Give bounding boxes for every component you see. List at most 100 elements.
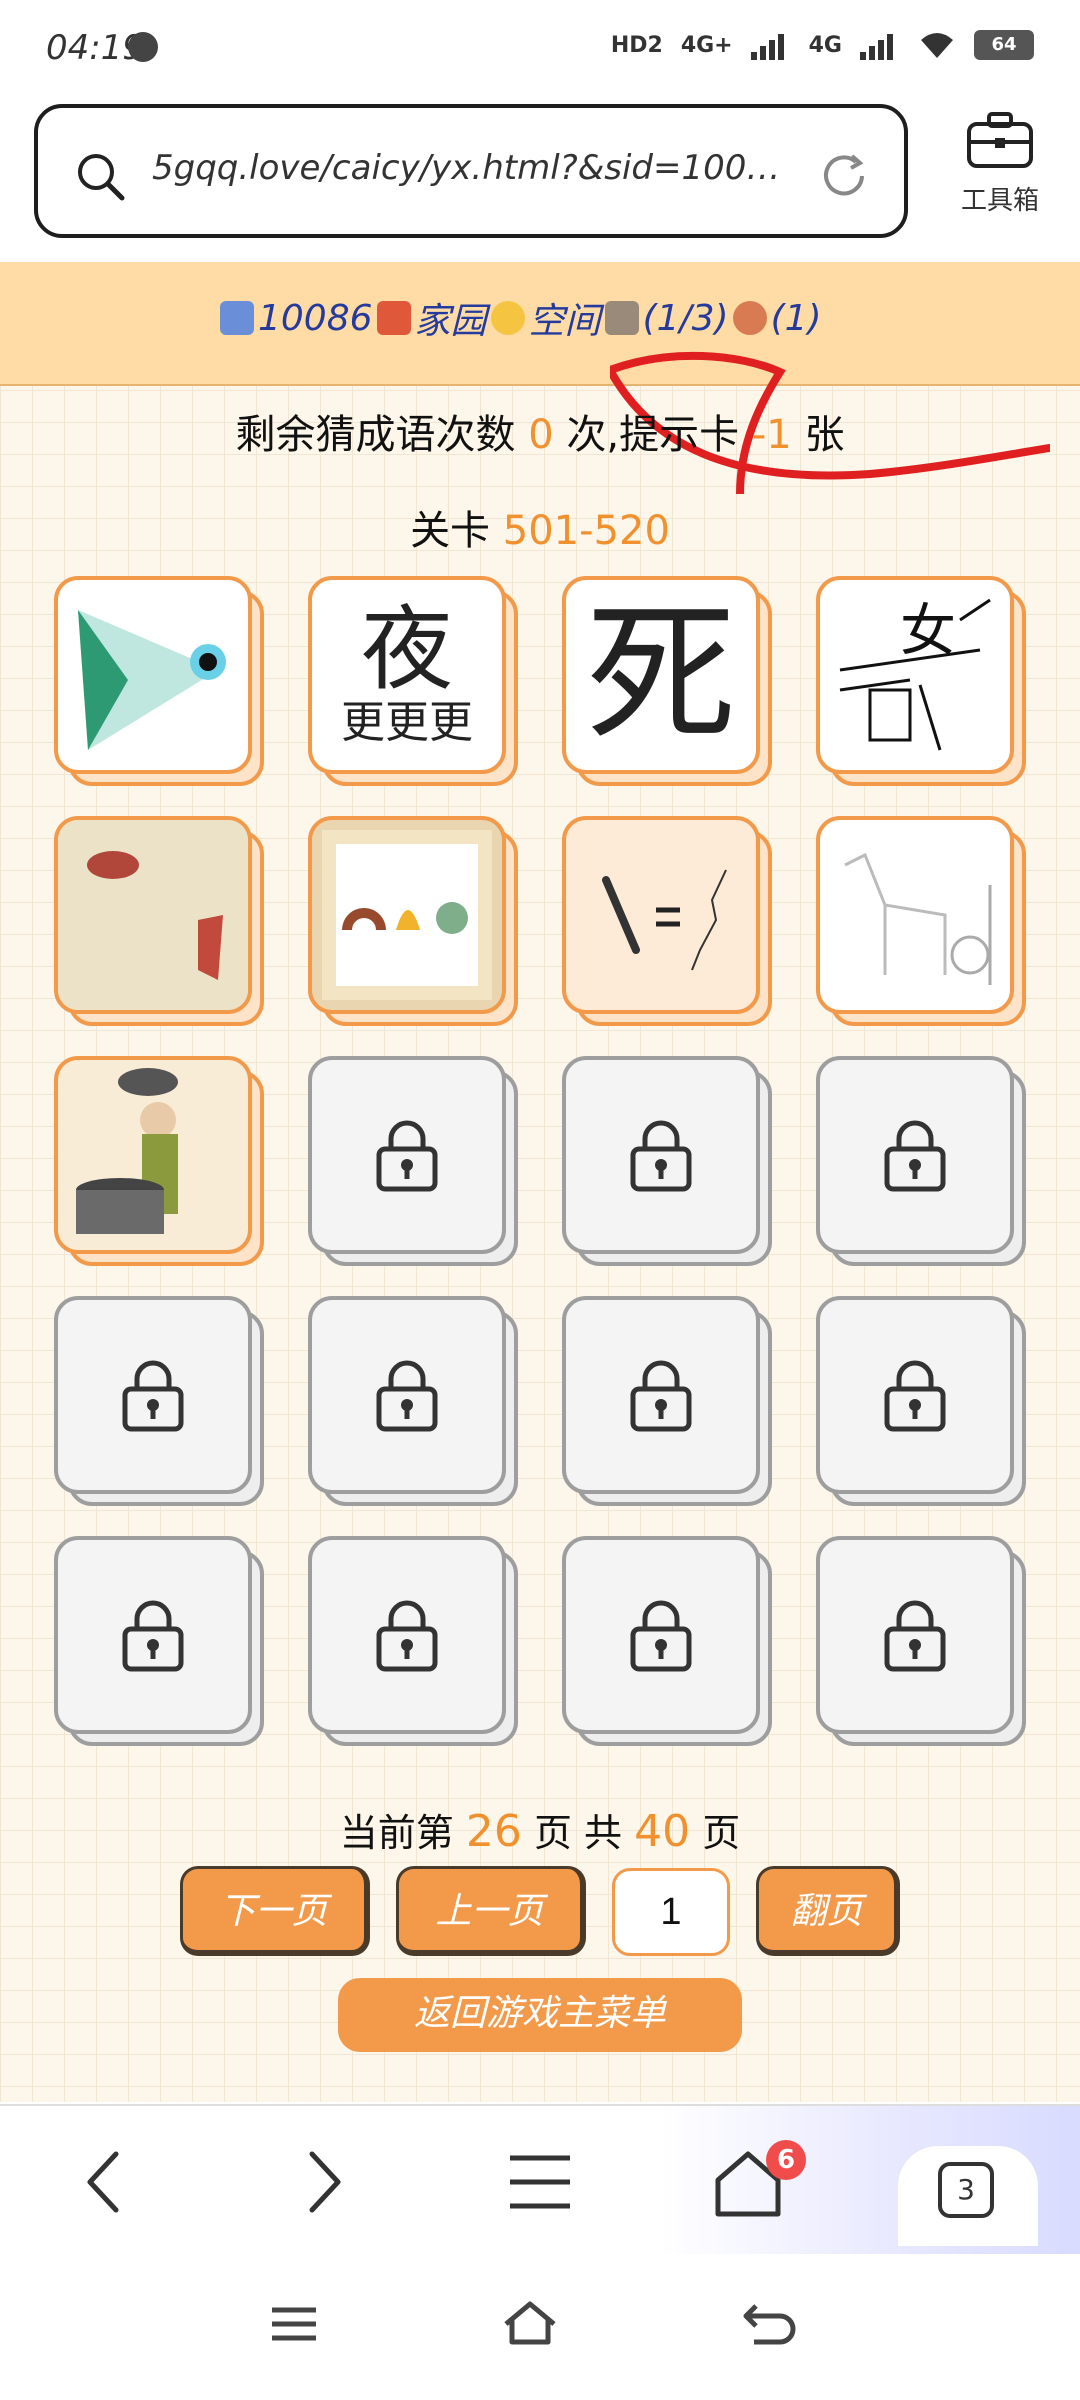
card-glyph-death: 死 <box>585 588 736 762</box>
level-card-20[interactable] <box>816 1536 1026 1746</box>
globe-icon <box>128 32 158 62</box>
level-range: 关卡 501-520 <box>0 498 1080 556</box>
recent-apps-icon[interactable] <box>264 2294 324 2354</box>
network-b-label: 4G <box>808 32 842 58</box>
system-home-icon[interactable] <box>500 2294 560 2354</box>
signal-a-icon <box>750 30 791 60</box>
level-card-18[interactable] <box>308 1536 518 1746</box>
hint-suffix: 张 <box>804 412 845 458</box>
level-card-10[interactable] <box>308 1056 518 1266</box>
level-card-17[interactable] <box>54 1536 264 1746</box>
jump-page-button[interactable]: 翻页 <box>756 1866 900 1956</box>
level-prefix: 关卡 <box>410 508 491 554</box>
user-icon <box>220 301 254 335</box>
toolbox-button[interactable]: 工具箱 <box>940 110 1060 217</box>
remain-count: 0 <box>528 412 554 458</box>
lock-icon <box>122 1360 184 1432</box>
scroll-items-icon <box>322 830 492 1000</box>
tab-count: 3 <box>938 2162 994 2218</box>
toolbox-label: 工具箱 <box>960 186 1039 216</box>
level-card-1[interactable] <box>54 576 264 786</box>
level-range-value: 501-520 <box>502 508 670 554</box>
tabs-button[interactable]: 3 <box>898 2146 1038 2246</box>
address-bar[interactable]: 5gqq.love/caicy/yx.html?&sid=10086.… <box>34 104 908 238</box>
battery-icon: 64 <box>974 30 1034 60</box>
top-nav: 10086 家园 空间 (1/3) (1) <box>0 262 1080 386</box>
count-b-link[interactable]: (1) <box>771 298 822 339</box>
house-icon <box>376 301 411 335</box>
url-text[interactable]: 5gqq.love/caicy/yx.html?&sid=10086.… <box>152 148 792 188</box>
lock-icon <box>376 1600 438 1672</box>
lock-icon <box>884 1120 946 1192</box>
system-back-icon[interactable] <box>736 2294 796 2354</box>
hint-count: -1 <box>751 412 792 458</box>
reload-icon[interactable] <box>818 150 870 202</box>
level-card-8[interactable] <box>816 816 1026 1026</box>
building-icon <box>604 301 639 335</box>
current-page: 26 <box>465 1806 522 1857</box>
ball-icon <box>732 301 767 335</box>
count-a-link[interactable]: (1/3) <box>643 298 729 339</box>
horse-soldier-icon <box>844 852 992 985</box>
forward-arrow-icon[interactable] <box>282 2144 362 2220</box>
lock-icon <box>630 1120 692 1192</box>
menu-icon[interactable] <box>500 2144 580 2220</box>
level-card-14[interactable] <box>308 1296 518 1506</box>
star-icon <box>490 301 525 335</box>
lock-icon <box>884 1360 946 1432</box>
page-label-suffix: 页 <box>702 1811 741 1855</box>
page-jump-input[interactable] <box>612 1868 730 1956</box>
card-glyph-bottom: 更更更 <box>341 697 473 748</box>
lock-icon <box>376 1360 438 1432</box>
lock-icon <box>122 1600 184 1672</box>
signal-b-icon <box>860 30 900 60</box>
lock-icon <box>884 1600 946 1672</box>
next-page-button[interactable]: 下一页 <box>180 1866 370 1956</box>
level-card-16[interactable] <box>816 1296 1026 1506</box>
hd-indicator: HD2 <box>610 32 663 58</box>
remain-mid: 次,提示卡 <box>566 412 740 458</box>
total-pages: 40 <box>634 1806 691 1857</box>
level-card-19[interactable] <box>562 1536 772 1746</box>
lock-icon <box>630 1600 692 1672</box>
level-card-4[interactable]: 女 <box>816 576 1026 786</box>
wifi-icon <box>921 33 953 58</box>
level-card-3[interactable]: 死 <box>562 576 772 786</box>
level-card-11[interactable] <box>562 1056 772 1266</box>
remaining-guesses: 剩余猜成语次数 0 次,提示卡 -1 张 <box>0 402 1080 460</box>
page-label-mid: 页 共 <box>533 1811 623 1855</box>
status-icons: HD2 4G+ 4G 64 <box>611 30 1034 60</box>
home-badge: 6 <box>766 2140 806 2180</box>
space-link[interactable]: 空间 <box>529 292 601 344</box>
level-card-2[interactable]: 夜 更更更 <box>308 576 518 786</box>
level-card-5[interactable] <box>54 816 264 1026</box>
status-bar: 04:19 HD2 4G+ 4G 64 <box>0 0 1080 100</box>
eye-fan-icon <box>78 610 226 750</box>
scattered-strokes-icon: 女 <box>839 598 991 751</box>
level-card-7[interactable] <box>562 816 772 1026</box>
level-card-6[interactable] <box>308 816 518 1026</box>
lock-icon <box>376 1120 438 1192</box>
level-card-9[interactable] <box>54 1056 264 1266</box>
level-card-12[interactable] <box>816 1056 1026 1266</box>
prev-page-button[interactable]: 上一页 <box>396 1866 586 1956</box>
page-indicator: 当前第 26 页 共 40 页 <box>0 1802 1080 1857</box>
home-link[interactable]: 家园 <box>415 292 487 344</box>
toolbox-icon <box>967 112 1033 168</box>
level-grid: 夜 更更更 死 女 <box>54 576 1044 1776</box>
game-page: 10086 家园 空间 (1/3) (1) 剩余猜成语次数 0 次,提示卡 -1… <box>0 262 1080 2102</box>
browser-toolbar: 6 3 <box>0 2104 1080 2256</box>
user-id-link[interactable]: 10086 <box>258 298 373 339</box>
level-card-13[interactable] <box>54 1296 264 1506</box>
back-arrow-icon[interactable] <box>66 2144 146 2220</box>
page-label-prefix: 当前第 <box>339 1811 454 1855</box>
level-card-15[interactable] <box>562 1296 772 1506</box>
back-to-main-menu-button[interactable]: 返回游戏主菜单 <box>338 1978 742 2052</box>
search-icon <box>78 154 125 201</box>
system-nav-bar <box>0 2254 1080 2400</box>
fish-scroll-icon <box>58 820 248 1010</box>
network-a-label: 4G+ <box>680 32 733 58</box>
lock-icon <box>630 1360 692 1432</box>
well-stone-icon <box>76 1068 178 1234</box>
remain-prefix: 剩余猜成语次数 <box>235 412 516 458</box>
